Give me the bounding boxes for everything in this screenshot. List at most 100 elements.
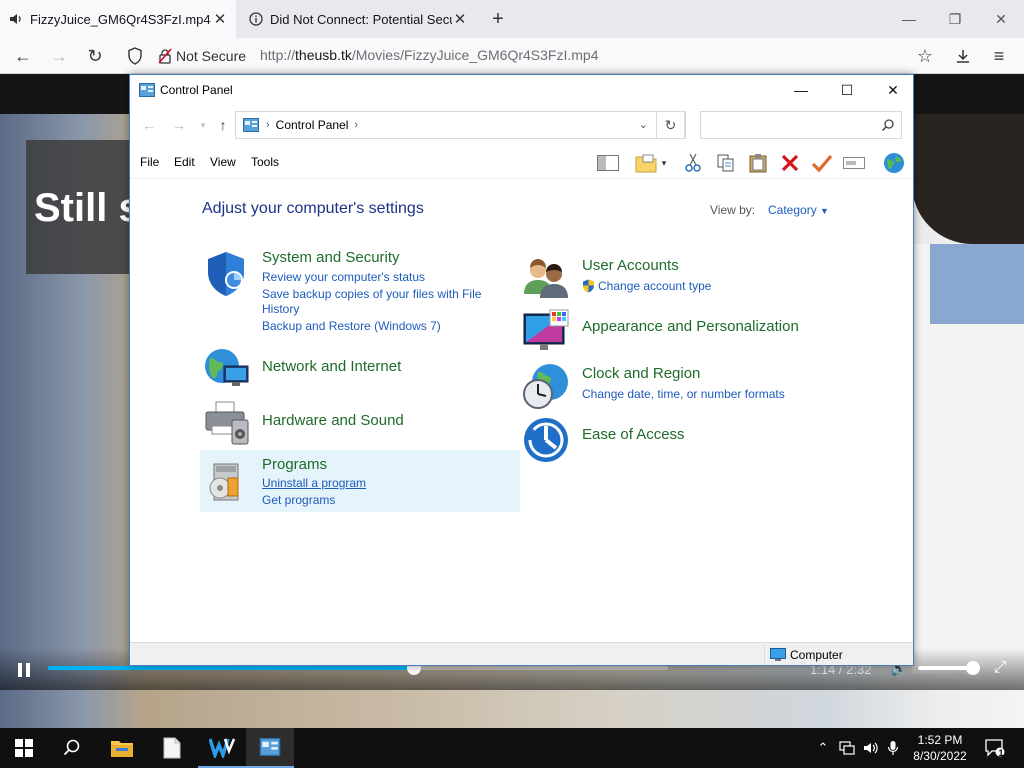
view-by-dropdown[interactable]: Category ▼ — [768, 203, 829, 217]
menu-tools[interactable]: Tools — [251, 155, 279, 169]
refresh-icon[interactable]: ↻ — [656, 111, 686, 139]
printer-icon[interactable] — [202, 398, 250, 446]
app-w-icon[interactable] — [198, 728, 246, 768]
link-change-formats[interactable]: Change date, time, or number formats — [582, 387, 785, 401]
chevron-down-icon: ▼ — [820, 206, 829, 216]
link-uninstall-program[interactable]: Uninstall a program — [262, 476, 366, 490]
search-icon[interactable] — [881, 118, 895, 132]
link-get-programs[interactable]: Get programs — [262, 493, 335, 507]
link-backup-restore[interactable]: Backup and Restore (Windows 7) — [262, 319, 441, 333]
not-secure-indicator[interactable]: Not Secure — [158, 47, 246, 65]
rename-icon[interactable] — [842, 151, 866, 175]
notification-count: 1 — [998, 748, 1004, 758]
close-icon[interactable]: ✕ — [870, 75, 916, 105]
copy-icon[interactable] — [714, 151, 738, 175]
tab-video[interactable]: FizzyJuice_GM6Qr4S3FzI.mp4 ✕ — [0, 0, 236, 38]
delete-icon[interactable] — [778, 151, 802, 175]
link-review-status[interactable]: Review your computer's status — [262, 270, 425, 284]
minimize-icon[interactable]: — — [898, 8, 920, 30]
network-tray-icon[interactable] — [838, 738, 856, 758]
info-icon — [248, 11, 264, 27]
chevron-up-icon[interactable]: ⌃ — [814, 738, 832, 758]
search-box[interactable] — [700, 111, 902, 139]
forward-arrow-icon[interactable]: → — [46, 43, 72, 69]
menu-view[interactable]: View — [210, 155, 236, 169]
chevron-down-icon[interactable]: ⌄ — [639, 118, 648, 131]
ease-of-access-icon[interactable] — [522, 416, 570, 464]
close-icon[interactable]: ✕ — [212, 11, 228, 28]
forward-arrow-icon[interactable]: → — [169, 115, 189, 135]
control-panel-icon — [139, 83, 155, 97]
chevron-right-icon[interactable]: › — [266, 119, 270, 131]
url-host: theusb.tk — [295, 47, 352, 63]
chevron-down-icon[interactable]: ▾ — [658, 151, 670, 175]
cut-icon[interactable] — [681, 151, 705, 175]
window-title-bar[interactable]: Control Panel — ☐ ✕ — [130, 75, 913, 105]
new-tab-button[interactable]: + — [488, 9, 508, 29]
clock-icon[interactable] — [522, 362, 570, 410]
tracking-shield-icon[interactable] — [122, 43, 148, 69]
menu-hamburger-icon[interactable]: ≡ — [986, 43, 1012, 69]
chevron-right-icon[interactable]: › — [354, 119, 358, 131]
link-file-history-cont[interactable]: History — [262, 302, 299, 316]
shield-icon[interactable] — [202, 250, 250, 298]
reload-icon[interactable]: ↻ — [82, 43, 108, 69]
download-icon[interactable] — [950, 43, 976, 69]
up-arrow-icon[interactable]: ↑ — [213, 115, 233, 135]
checkmark-icon[interactable] — [810, 151, 834, 175]
users-icon[interactable] — [522, 254, 570, 302]
taskbar-clock[interactable]: 1:52 PM 8/30/2022 — [908, 732, 972, 764]
category-hardware-sound: Hardware and Sound — [202, 398, 502, 448]
menu-edit[interactable]: Edit — [174, 155, 195, 169]
broken-lock-icon — [158, 48, 172, 64]
search-input[interactable] — [707, 113, 877, 137]
category-user-accounts: User Accounts Change account type — [522, 254, 822, 304]
seek-bar[interactable] — [48, 661, 668, 675]
category-title[interactable]: Network and Internet — [262, 358, 401, 375]
link-text: Change account type — [598, 279, 712, 293]
network-icon[interactable] — [202, 344, 250, 392]
properties-folder-icon[interactable] — [634, 151, 658, 175]
url-bar[interactable]: http://theusb.tk/Movies/FizzyJuice_GM6Qr… — [260, 47, 598, 63]
category-title[interactable]: System and Security — [262, 249, 400, 266]
category-title[interactable]: Clock and Region — [582, 365, 700, 382]
maximize-icon[interactable]: ☐ — [824, 75, 870, 105]
category-title[interactable]: Hardware and Sound — [262, 412, 404, 429]
recent-dropdown-icon[interactable]: ▾ — [193, 115, 213, 135]
category-title[interactable]: Appearance and Personalization — [582, 318, 799, 335]
category-title[interactable]: Programs — [262, 456, 327, 473]
programs-icon[interactable] — [202, 458, 250, 506]
category-title[interactable]: User Accounts — [582, 257, 679, 274]
category-title[interactable]: Ease of Access — [582, 426, 685, 443]
notepad-icon[interactable] — [148, 728, 196, 768]
address-box[interactable]: › Control Panel › ⌄ — [235, 111, 685, 139]
tab-security-issue[interactable]: Did Not Connect: Potential Security Issu… — [240, 0, 476, 38]
fullscreen-icon[interactable]: ⤢ — [990, 659, 1010, 679]
layout-pane-icon[interactable] — [596, 151, 620, 175]
computer-icon — [770, 647, 786, 662]
bookmark-star-icon[interactable]: ☆ — [912, 43, 938, 69]
file-explorer-icon[interactable] — [98, 728, 146, 768]
control-panel-taskbar-icon[interactable] — [246, 728, 294, 768]
minimize-icon[interactable]: — — [778, 75, 824, 105]
speaker-icon[interactable] — [8, 11, 24, 27]
speaker-tray-icon[interactable] — [862, 738, 880, 758]
appearance-icon[interactable] — [522, 308, 570, 356]
restore-icon[interactable]: ❐ — [944, 8, 966, 30]
search-icon[interactable] — [48, 728, 96, 768]
windows-start-icon[interactable] — [0, 728, 48, 768]
link-change-account-type[interactable]: Change account type — [582, 279, 711, 293]
globe-icon[interactable] — [882, 151, 906, 175]
microphone-icon[interactable] — [884, 738, 902, 758]
close-window-icon[interactable]: ✕ — [990, 8, 1012, 30]
back-arrow-icon[interactable]: ← — [139, 115, 159, 135]
menu-file[interactable]: File — [140, 155, 159, 169]
breadcrumb[interactable]: Control Panel — [276, 118, 349, 132]
uac-shield-icon — [582, 279, 595, 293]
close-icon[interactable]: ✕ — [452, 11, 468, 28]
volume-handle[interactable] — [966, 661, 980, 675]
back-arrow-icon[interactable]: ← — [10, 43, 36, 69]
pause-icon[interactable] — [14, 660, 34, 680]
paste-icon[interactable] — [746, 151, 770, 175]
link-file-history[interactable]: Save backup copies of your files with Fi… — [262, 287, 481, 301]
